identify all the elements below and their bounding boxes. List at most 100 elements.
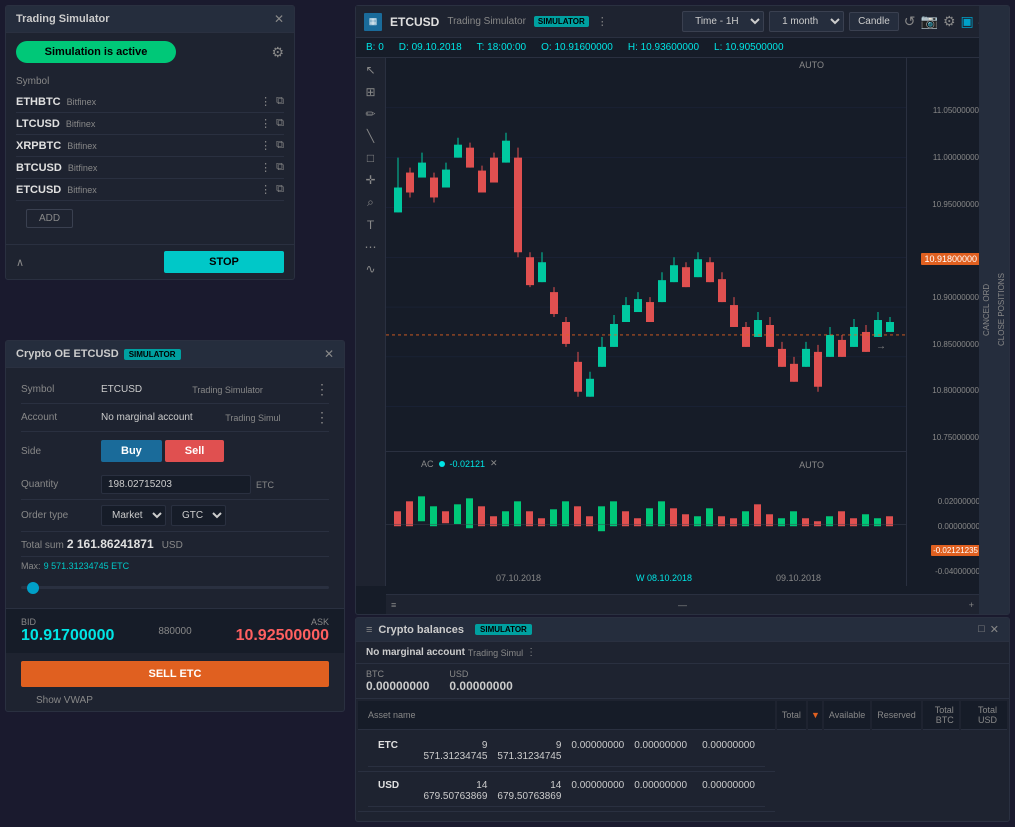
etc-total-btc: 0.00000000 [629, 736, 692, 767]
toolbar-cursor-icon[interactable]: ↖ [365, 63, 375, 77]
ohlc-d: D: 09.10.2018 [399, 42, 462, 53]
trading-simulator-close[interactable]: ✕ [274, 12, 284, 26]
ask-label: ASK [236, 617, 329, 627]
chart-panel: ▦ ETCUSD Trading Simulator SIMULATOR ⋮ T… [355, 5, 1010, 615]
chart-zoom-in[interactable]: + [969, 600, 974, 610]
timeframe-select[interactable]: Time - 1H [682, 11, 764, 32]
sell-etc-button[interactable]: SELL ETC [21, 661, 329, 687]
col-filter-icon[interactable]: ▼ [808, 701, 822, 730]
chart-ohlc-bar: B: 0 D: 09.10.2018 T: 18:00:00 O: 10.916… [356, 38, 1009, 58]
chart-zoom-out[interactable]: — [678, 600, 687, 610]
btc-balance: BTC 0.00000000 [366, 669, 429, 693]
refresh-icon[interactable]: ↺ [904, 13, 916, 30]
symbol-header: Symbol [16, 76, 284, 87]
symbol-icons-xrpbtc: ⋮ ⧉ [260, 139, 284, 152]
symbol-row-btcusd: BTCUSD Bitfinex ⋮ ⧉ [16, 157, 284, 179]
toolbar-measure-icon[interactable]: ⋯ [365, 240, 377, 254]
max-value: 9 571.31234745 ETC [44, 561, 130, 571]
symbol-row-etcusd: ETCUSD Bitfinex ⋮ ⧉ [16, 179, 284, 201]
close-positions-sidebar[interactable]: CLOSE POSITIONS [994, 6, 1009, 614]
oe-side-label: Side [21, 446, 101, 457]
oe-symbol-menu-icon[interactable]: ⋮ [315, 381, 329, 398]
sell-button[interactable]: Sell [165, 440, 225, 462]
order-type-row: Order type Market Limit GTC IOC [21, 500, 329, 532]
quantity-slider[interactable] [21, 586, 329, 589]
gtc-select[interactable]: GTC IOC [171, 505, 226, 526]
screenshot-icon[interactable]: 📷 [921, 13, 938, 30]
collapse-icon[interactable]: ∧ [16, 256, 24, 269]
cancel-ord-sidebar[interactable]: CANCEL ORD [979, 6, 994, 614]
usd-total: 14 679.50763869 [418, 776, 492, 807]
symbol-menu-icon-btcusd[interactable]: ⋮ [260, 161, 271, 174]
crypto-oe-close[interactable]: ✕ [324, 347, 334, 361]
buy-button[interactable]: Buy [101, 440, 162, 462]
table-row-etc: ETC 9 571.31234745 9 571.31234745 0.0000… [358, 732, 775, 772]
add-symbol-button[interactable]: ADD [26, 209, 73, 228]
chart-dots-menu[interactable]: ⋮ [597, 15, 608, 28]
toolbar-zoom-icon[interactable]: ⌕ [367, 195, 374, 210]
oe-total-currency: USD [162, 540, 183, 551]
etc-reserved: 0.00000000 [566, 736, 629, 767]
balances-menu-icon[interactable]: ≡ [366, 624, 372, 636]
balances-close[interactable]: ✕ [990, 623, 999, 636]
symbol-link-icon-btcusd[interactable]: ⧉ [276, 161, 284, 174]
chart-controls: Time - 1H 1 month Candle ↺ 📷 ⚙ ▣ — □ [682, 11, 1001, 32]
chart-list-icon[interactable]: ≡ [391, 600, 396, 610]
quantity-input[interactable] [101, 475, 251, 494]
oe-account-menu-icon[interactable]: ⋮ [315, 409, 329, 426]
symbol-name-ltcusd: LTCUSD [16, 118, 60, 130]
gear-icon[interactable]: ⚙ [271, 44, 284, 61]
simulation-active-button[interactable]: Simulation is active [16, 41, 176, 63]
price-label-2: 11.00000000 [933, 153, 981, 162]
balances-panel: ≡ Crypto balances SIMULATOR □ ✕ No margi… [355, 617, 1010, 822]
usd-total-usd: 0.00000000 [692, 776, 765, 807]
total-sum-row: Total sum 2 161.86241871 USD [21, 532, 329, 557]
balances-account-dots[interactable]: ⋮ [526, 647, 536, 658]
symbol-link-icon-xrpbtc[interactable]: ⧉ [276, 139, 284, 152]
symbol-exchange-etcusd: Bitfinex [67, 185, 97, 195]
chart-bottom-bar: ≡ — + [386, 594, 979, 614]
chart-active-icon[interactable]: ▣ [961, 13, 974, 30]
candle-type-button[interactable]: Candle [849, 12, 899, 31]
symbol-exchange-xrpbtc: Bitfinex [67, 141, 97, 151]
toolbar-layers-icon[interactable]: ⊞ [365, 85, 375, 99]
oe-account-value: No marginal account Trading Simul ⋮ [101, 409, 329, 426]
order-type-select[interactable]: Market Limit [101, 505, 166, 526]
toolbar-cross-icon[interactable]: ✛ [365, 173, 375, 187]
symbol-link-icon-ltcusd[interactable]: ⧉ [276, 117, 284, 130]
symbol-exchange-btcusd: Bitfinex [68, 163, 98, 173]
toolbar-rect-icon[interactable]: □ [367, 151, 374, 165]
symbol-row-ethbtc: ETHBTC Bitfinex ⋮ ⧉ [16, 91, 284, 113]
auto-label-bottom: AUTO [797, 458, 826, 472]
show-vwap-label: Show VWAP [21, 692, 329, 711]
crypto-oe-body: Symbol ETCUSD Trading Simulator ⋮ Accoun… [6, 368, 344, 608]
toolbar-line-icon[interactable]: ╲ [367, 129, 374, 143]
toolbar-indicator-icon[interactable]: ∿ [365, 262, 375, 276]
ask-value: 10.92500000 [236, 627, 329, 645]
etc-total: 9 571.31234745 [418, 736, 492, 767]
svg-text:→: → [876, 341, 886, 352]
settings-icon[interactable]: ⚙ [943, 13, 956, 30]
ohlc-t: T: 18:00:00 [477, 42, 526, 53]
oe-total-value: 2 161.86241871 [67, 537, 154, 551]
symbol-menu-icon-xrpbtc[interactable]: ⋮ [260, 139, 271, 152]
period-select[interactable]: 1 month [769, 11, 844, 32]
stop-button[interactable]: STOP [164, 251, 284, 273]
symbol-menu-icon-ltcusd[interactable]: ⋮ [260, 117, 271, 130]
toolbar-pen-icon[interactable]: ✏ [365, 107, 375, 121]
toolbar-text-icon[interactable]: T [367, 218, 374, 232]
spread-section: 880000 [158, 625, 191, 637]
indicator-close-icon[interactable]: ✕ [490, 458, 498, 469]
symbol-menu-icon-ethbtc[interactable]: ⋮ [260, 95, 271, 108]
bid-section: BID 10.91700000 [21, 617, 114, 645]
symbol-menu-icon-etcusd[interactable]: ⋮ [260, 183, 271, 196]
oe-simulator-badge: SIMULATOR [124, 349, 181, 360]
symbol-row-xrpbtc: XRPBTC Bitfinex ⋮ ⧉ [16, 135, 284, 157]
indicator-label-bar: AC -0.02121 ✕ [421, 458, 498, 469]
symbol-link-icon-etcusd[interactable]: ⧉ [276, 183, 284, 196]
table-header-row: Asset name Total ▼ Available Reserved To… [358, 701, 1007, 730]
symbol-link-icon-ethbtc[interactable]: ⧉ [276, 95, 284, 108]
chart-main-area[interactable]: → [386, 58, 906, 586]
balances-minimize[interactable]: □ [978, 623, 985, 636]
usd-reserved: 0.00000000 [566, 776, 629, 807]
